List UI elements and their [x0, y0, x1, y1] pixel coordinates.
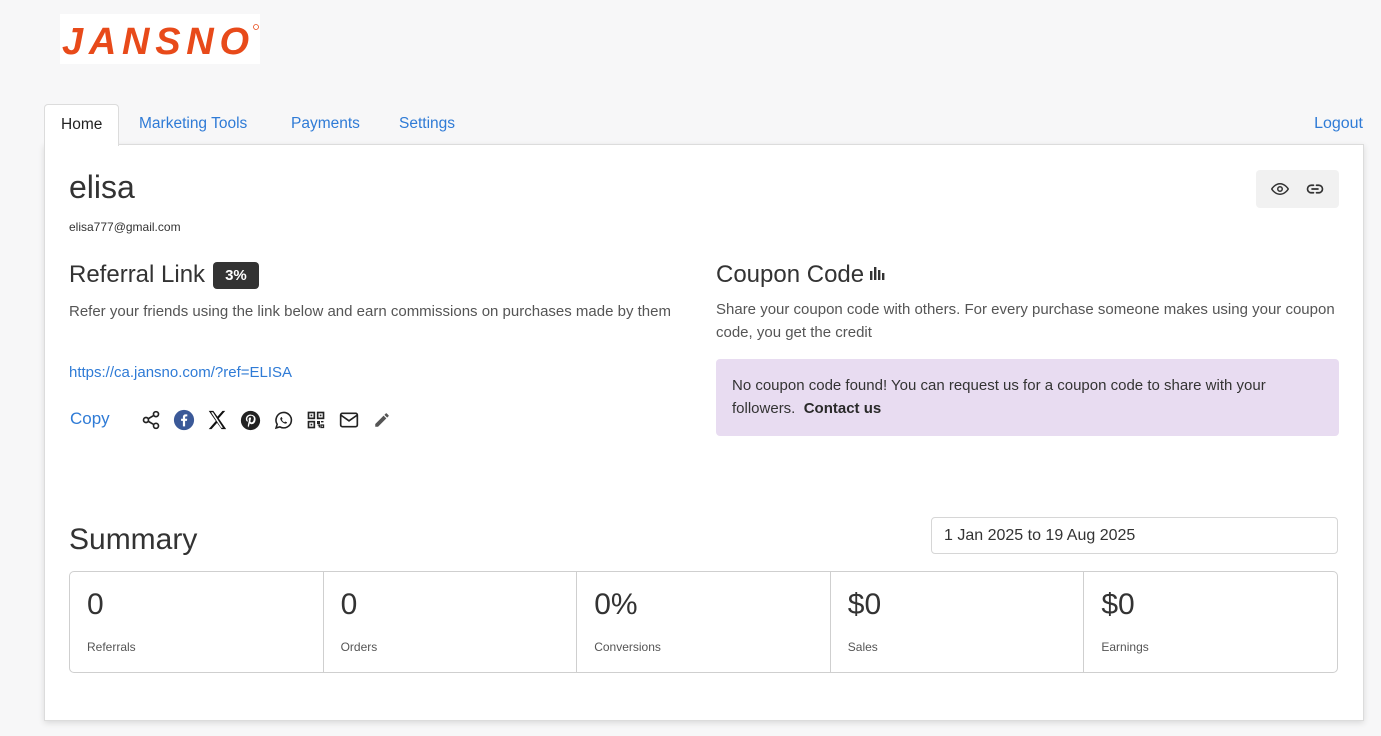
header-icon-bar [1256, 170, 1339, 208]
stat-label: Referrals [87, 640, 136, 654]
whatsapp-icon[interactable] [272, 409, 294, 431]
stat-value: $0 [1101, 588, 1135, 621]
stat-referrals: 0 Referrals [70, 572, 324, 672]
stat-orders: 0 Orders [324, 572, 578, 672]
dashboard-card: elisa elisa777@gmail.com Referral Link 3… [44, 144, 1364, 721]
eye-icon[interactable] [1270, 180, 1289, 198]
profile-email: elisa777@gmail.com [69, 220, 181, 234]
stat-value: $0 [847, 588, 882, 621]
share-icons [140, 409, 393, 431]
coupon-title: Coupon Code [716, 261, 865, 288]
tab-marketing-tools[interactable]: Marketing Tools [139, 104, 247, 145]
bar-chart-icon[interactable] [868, 264, 886, 287]
copy-button[interactable]: Copy [70, 409, 110, 429]
stat-value: 0% [594, 588, 638, 621]
share-icon[interactable] [140, 409, 162, 431]
x-icon[interactable] [206, 409, 228, 431]
link-icon[interactable] [1306, 180, 1324, 198]
profile-name: elisa [69, 169, 135, 205]
coupon-alert: No coupon code found! You can request us… [716, 359, 1339, 436]
main-tabs: Home Marketing Tools Payments Settings L… [44, 104, 1363, 146]
coupon-heading: Coupon Code [716, 261, 886, 289]
stat-value: 0 [87, 588, 104, 621]
commission-badge: 3% [213, 261, 259, 289]
qr-code-icon[interactable] [305, 409, 327, 431]
logout-link[interactable]: Logout [1314, 104, 1363, 144]
stat-label: Sales [847, 640, 878, 654]
referral-title: Referral Link [69, 261, 206, 288]
logo-wordmark: JANSNO [62, 21, 250, 63]
stat-value: 0 [340, 588, 358, 621]
referral-description: Refer your friends using the link below … [69, 303, 671, 320]
stat-earnings: $0 Earnings [1084, 572, 1337, 672]
email-icon[interactable] [338, 409, 360, 431]
edit-icon[interactable] [371, 409, 393, 431]
referral-link[interactable]: https://ca.jansno.com/?ref=ELISA [69, 364, 292, 381]
pinterest-icon[interactable] [239, 409, 261, 431]
contact-us-link[interactable]: Contact us [804, 400, 882, 417]
summary-title: Summary [69, 523, 198, 556]
jansno-logo[interactable]: JANSNO [60, 14, 260, 64]
stat-sales: $0 Sales [831, 572, 1085, 672]
referral-heading: Referral Link 3% [69, 261, 259, 289]
stat-label: Orders [340, 640, 378, 654]
facebook-icon[interactable] [173, 409, 195, 431]
stat-label: Conversions [594, 640, 661, 654]
stat-label: Earnings [1101, 640, 1149, 654]
coupon-description: Share your coupon code with others. For … [716, 301, 1335, 341]
date-range-input[interactable] [931, 517, 1338, 554]
tab-payments[interactable]: Payments [291, 104, 360, 145]
stat-conversions: 0% Conversions [577, 572, 831, 672]
tab-home[interactable]: Home [44, 104, 120, 146]
summary-stats: 0 Referrals 0 Orders 0% Conversions $0 S… [69, 571, 1338, 673]
tab-settings[interactable]: Settings [399, 104, 455, 145]
